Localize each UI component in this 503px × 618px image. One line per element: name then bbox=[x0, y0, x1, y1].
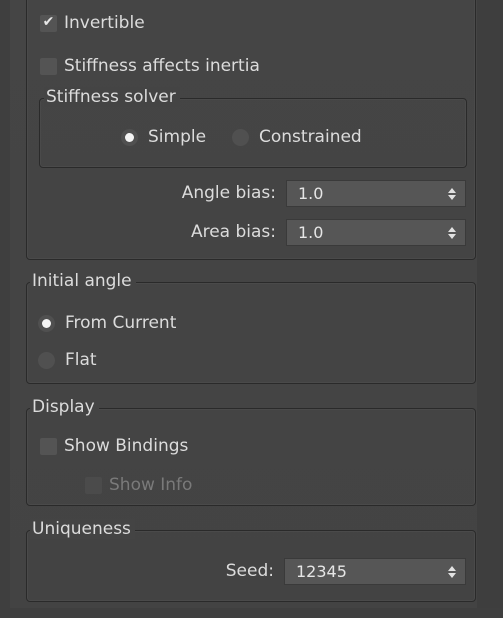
invertible-label: Invertible bbox=[64, 13, 145, 33]
stiffness-affects-inertia-label: Stiffness affects inertia bbox=[64, 56, 260, 76]
initial-angle-title: Initial angle bbox=[30, 271, 136, 291]
uniqueness-title: Uniqueness bbox=[30, 519, 135, 539]
solver-constrained-label: Constrained bbox=[259, 127, 362, 147]
stiffness-affects-inertia-checkbox[interactable] bbox=[40, 57, 57, 75]
area-bias-spinner[interactable]: 1.0 bbox=[286, 219, 466, 246]
show-bindings-label: Show Bindings bbox=[64, 436, 189, 456]
solver-simple-radio-row[interactable]: Simple bbox=[121, 124, 206, 150]
from-current-label: From Current bbox=[65, 313, 177, 333]
invertible-checkbox-row[interactable]: ✔ Invertible bbox=[40, 10, 145, 36]
spinner-arrows-icon[interactable] bbox=[444, 559, 460, 584]
angle-bias-spinner[interactable]: 1.0 bbox=[286, 180, 466, 207]
angle-bias-value[interactable]: 1.0 bbox=[287, 184, 444, 203]
display-title: Display bbox=[30, 397, 99, 417]
spinner-arrows-icon[interactable] bbox=[444, 220, 460, 245]
solver-constrained-radio-row[interactable]: Constrained bbox=[232, 124, 362, 150]
show-bindings-checkbox[interactable] bbox=[40, 437, 57, 455]
show-bindings-checkbox-row[interactable]: Show Bindings bbox=[40, 433, 188, 459]
panel-bottom-edge bbox=[0, 608, 503, 618]
panel-right-edge bbox=[477, 0, 503, 618]
show-info-label: Show Info bbox=[109, 475, 193, 495]
seed-spinner[interactable]: 12345 bbox=[284, 558, 466, 585]
area-bias-label: Area bias: bbox=[190, 222, 276, 242]
flat-radio-row[interactable]: Flat bbox=[38, 347, 97, 373]
panel-left-edge bbox=[0, 0, 10, 618]
seed-value[interactable]: 12345 bbox=[285, 562, 444, 581]
seed-label: Seed: bbox=[225, 561, 274, 581]
flat-label: Flat bbox=[65, 350, 97, 370]
from-current-radio[interactable] bbox=[38, 314, 55, 332]
solver-simple-label: Simple bbox=[148, 127, 207, 147]
radio-selected-dot bbox=[125, 132, 134, 142]
stiffness-solver-title: Stiffness solver bbox=[44, 87, 180, 107]
angle-bias-label: Angle bias: bbox=[181, 183, 276, 203]
invertible-checkbox[interactable]: ✔ bbox=[40, 13, 57, 32]
spinner-arrows-icon[interactable] bbox=[444, 181, 460, 206]
show-info-checkbox-row: Show Info bbox=[85, 472, 192, 498]
solver-simple-radio[interactable] bbox=[121, 128, 138, 146]
area-bias-value[interactable]: 1.0 bbox=[287, 223, 444, 242]
checkmark-icon: ✔ bbox=[42, 13, 55, 30]
solver-constrained-radio[interactable] bbox=[232, 128, 249, 146]
from-current-radio-row[interactable]: From Current bbox=[38, 310, 176, 336]
stiffness-inertia-checkbox-row[interactable]: Stiffness affects inertia bbox=[40, 53, 260, 79]
radio-selected-dot bbox=[42, 318, 51, 328]
flat-radio[interactable] bbox=[38, 351, 55, 369]
show-info-checkbox bbox=[85, 476, 102, 494]
